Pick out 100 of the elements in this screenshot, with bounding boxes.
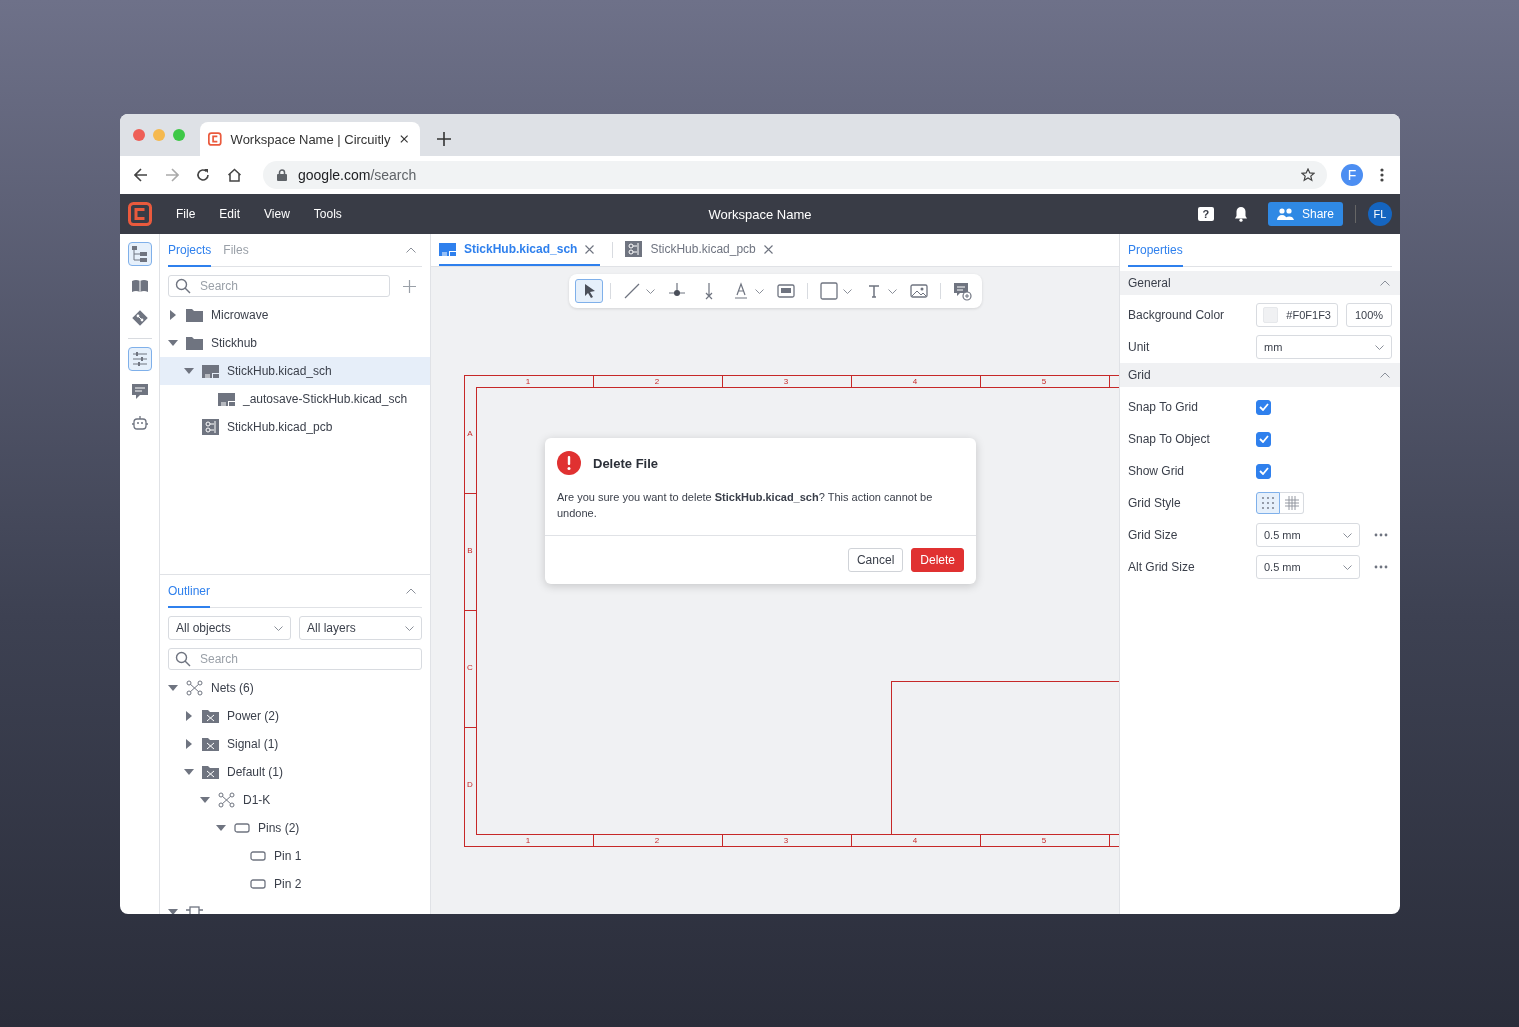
dot-grid-button[interactable] [1256, 492, 1280, 514]
menu-item[interactable]: Tools [301, 207, 354, 221]
tree-row[interactable]: Pin 1 [160, 842, 430, 870]
sheet-column-label: 4 [912, 836, 918, 845]
color-swatch[interactable] [1263, 307, 1279, 323]
tree-item-label: StickHub.kicad_sch [227, 364, 332, 378]
editor-tab[interactable]: StickHub.kicad_pcb [625, 234, 779, 266]
section-header[interactable]: Grid [1120, 363, 1400, 387]
address-bar[interactable]: google.com/search [263, 161, 1327, 189]
sheet-column-label: 4 [912, 377, 918, 386]
expanded-caret-icon[interactable] [184, 368, 194, 374]
chevron-down-icon[interactable] [843, 288, 852, 294]
more-options-icon[interactable] [1374, 565, 1388, 569]
tree-row[interactable]: Pin 2 [160, 870, 430, 898]
chevron-down-icon[interactable] [755, 288, 764, 294]
chevron-icon[interactable] [1380, 372, 1390, 378]
size-dropdown[interactable]: 0.5 mm [1256, 523, 1360, 547]
tree-row[interactable]: Stickhub [160, 329, 430, 357]
more-options-icon[interactable] [1374, 533, 1388, 537]
tree-item-label: Pins (2) [258, 821, 300, 835]
chevron-down-icon [1343, 532, 1352, 538]
line-icon[interactable] [622, 281, 642, 301]
tree-row[interactable]: Signal (1) [160, 730, 430, 758]
menu-item[interactable]: View [252, 207, 302, 221]
tree-row[interactable]: D1-K [160, 786, 430, 814]
collapsed-caret-icon[interactable] [186, 739, 192, 749]
tree-row[interactable]: _autosave-StickHub.kicad_sch [160, 385, 430, 413]
close-icon[interactable] [585, 244, 595, 254]
collapse-icon[interactable] [406, 588, 416, 594]
menu-item[interactable]: File [164, 207, 208, 221]
close-icon[interactable] [763, 244, 773, 254]
expanded-caret-icon[interactable] [168, 909, 178, 914]
chevron-down-icon[interactable] [646, 288, 655, 294]
tree-item-label: Default (1) [227, 765, 284, 779]
expanded-caret-icon[interactable] [200, 797, 210, 803]
check-icon[interactable] [1258, 467, 1269, 475]
collapse-icon[interactable] [406, 247, 416, 253]
section-header[interactable]: General [1120, 271, 1400, 295]
error-icon [557, 451, 581, 475]
back-icon[interactable] [134, 168, 148, 182]
add-icon[interactable] [403, 279, 416, 293]
tree-row[interactable]: Nets (6) [160, 674, 430, 702]
chevron-icon[interactable] [1380, 280, 1390, 286]
rect-icon[interactable] [819, 281, 839, 301]
new-tab-icon[interactable] [437, 132, 451, 146]
pin-icon [250, 879, 266, 889]
tree-row[interactable]: StickHub.kicad_sch [160, 357, 430, 385]
user-avatar[interactable]: FL [1368, 202, 1392, 226]
dialog-message: Are you sure you want to delete StickHub.kicad_sch? This action cannot be undone. [557, 490, 934, 521]
tree-row[interactable]: Default (1) [160, 758, 430, 786]
chevron-down-icon [1343, 564, 1352, 570]
check-icon[interactable] [1258, 435, 1269, 443]
checkbox[interactable] [1256, 463, 1271, 479]
checkbox[interactable] [1256, 431, 1271, 447]
chevron-down-icon[interactable] [888, 288, 897, 294]
search-field[interactable]: Search [168, 648, 422, 670]
check-icon[interactable] [1258, 403, 1269, 411]
menu-item[interactable]: Edit [207, 207, 253, 221]
reload-icon[interactable] [196, 168, 210, 182]
bookmark-star-icon[interactable] [1301, 168, 1315, 182]
app-logo-icon[interactable] [128, 202, 152, 226]
tree-item-label: Power (2) [227, 709, 279, 723]
tree-row[interactable]: Microwave [160, 301, 430, 329]
home-icon[interactable] [227, 168, 242, 182]
browser-tab[interactable]: Workspace Name | Circuitly [200, 122, 420, 156]
expanded-caret-icon[interactable] [216, 825, 226, 831]
collapsed-caret-icon[interactable] [170, 310, 176, 320]
tree-row[interactable]: Power (2) [160, 702, 430, 730]
schematic-file-icon [439, 242, 456, 256]
checkbox[interactable] [1256, 399, 1271, 415]
tree-row[interactable]: Pins (2) [160, 814, 430, 842]
color-field[interactable]: #F0F1F3 [1256, 303, 1338, 327]
sheet-row-label: A [467, 429, 473, 438]
search-field[interactable]: Search [168, 275, 390, 297]
dot-grid-icon[interactable] [1261, 496, 1275, 510]
close-window-button[interactable] [133, 129, 145, 141]
opacity-field[interactable]: 100% [1346, 303, 1392, 327]
filter-dropdown[interactable]: All layers [299, 616, 422, 640]
more-menu-icon[interactable] [1380, 168, 1384, 182]
tree-row[interactable]: StickHub.kicad_pcb [160, 413, 430, 441]
cancel-button[interactable]: Cancel [847, 548, 904, 572]
expanded-caret-icon[interactable] [184, 769, 194, 775]
expanded-caret-icon[interactable] [168, 685, 178, 691]
tree-item-label: Signal (1) [227, 737, 279, 751]
chevron-down-icon [274, 625, 283, 631]
app-logo-icon [208, 131, 222, 147]
filter-dropdown[interactable]: All objects [168, 616, 291, 640]
size-dropdown[interactable]: 0.5 mm [1256, 555, 1360, 579]
unit-dropdown[interactable]: mm [1256, 335, 1392, 359]
net-folder-icon [202, 737, 219, 751]
panel-tab[interactable]: Properties [1128, 234, 1183, 267]
delete-button[interactable]: Delete [911, 548, 964, 572]
share-button[interactable]: Share [1267, 202, 1343, 226]
schematic-canvas[interactable]: 1 2 3 4 5 1 2 3 4 5 A B C D Delete File Are you sure you want to delete StickHub.kicad_sch? This action cannot be undone. Cancel Delete [431, 267, 1119, 914]
collapsed-caret-icon[interactable] [186, 711, 192, 721]
panel-tab[interactable]: Projects [168, 234, 212, 267]
notification-bell-icon[interactable] [1233, 206, 1248, 222]
expanded-caret-icon[interactable] [168, 340, 178, 346]
help-button[interactable]: ? [1197, 207, 1214, 221]
close-icon[interactable] [399, 134, 408, 144]
